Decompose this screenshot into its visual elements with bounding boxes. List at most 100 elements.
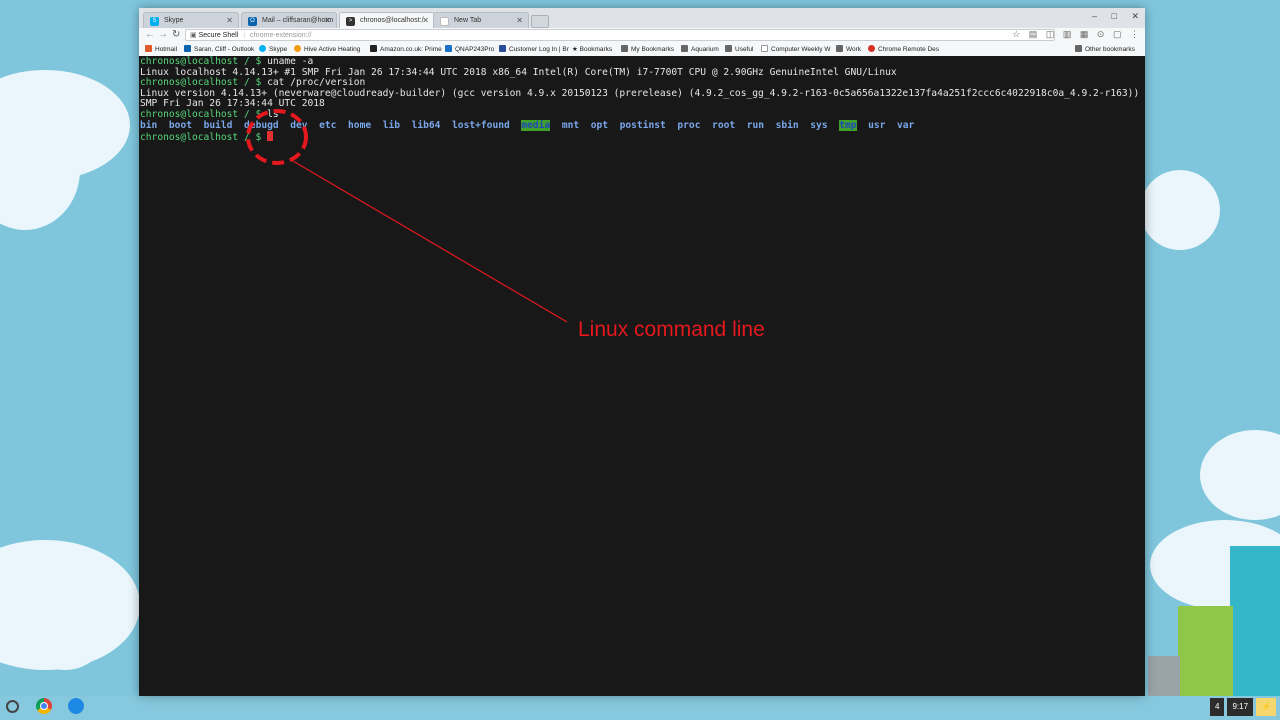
back-icon[interactable]: ← — [145, 29, 155, 40]
ls-output: bin boot build debugd dev etc home lib l… — [140, 119, 1144, 132]
bookmark-label: Aquarium — [691, 46, 719, 53]
maximize-icon[interactable]: □ — [1112, 11, 1117, 21]
bookmark-aquarium[interactable]: Aquarium — [681, 45, 719, 53]
files-icon[interactable] — [68, 698, 84, 714]
directory-entry: debugd — [244, 119, 279, 131]
prompt: chronos@localhost / $ — [140, 108, 262, 120]
new-tab-button[interactable] — [531, 15, 549, 28]
extension-icon[interactable]: ⊙ — [1097, 29, 1105, 39]
bookmark-label: Saran, Cliff - Outlook — [194, 46, 255, 53]
directory-entry: usr — [868, 119, 886, 131]
directory-entry: run — [746, 119, 765, 131]
bookmark-label: Other bookmarks — [1085, 46, 1135, 53]
directory-entry: lost+found — [452, 119, 510, 131]
close-window-icon[interactable]: ✕ — [1131, 11, 1139, 21]
directory-entry: bin — [140, 119, 158, 131]
command: uname -a — [261, 56, 314, 67]
bookmark-label: My Bookmarks — [631, 46, 674, 53]
folder-icon — [621, 45, 628, 52]
close-icon[interactable]: ✕ — [324, 16, 331, 25]
bookmark-useful[interactable]: Useful — [725, 45, 753, 53]
bookmark-skype[interactable]: Skype — [259, 45, 287, 53]
extension-icon[interactable]: ▥ — [1063, 29, 1072, 39]
extension-icon[interactable]: ▢ — [1113, 29, 1122, 39]
menu-icon[interactable]: ⋮ — [1130, 29, 1139, 39]
directory-entry: home — [348, 119, 372, 131]
bookmark-computer-weekly[interactable]: Computer Weekly W — [761, 45, 830, 53]
terminal-icon: > — [346, 17, 355, 26]
site-icon — [499, 45, 506, 52]
annotation-label: Linux command line — [578, 318, 765, 341]
extension-icon[interactable]: ◫ — [1046, 29, 1055, 39]
bookmark-amazon[interactable]: Amazon.co.uk: Prime — [370, 45, 442, 53]
directory-entry: media — [521, 119, 551, 131]
tab-mail[interactable]: O Mail – cliffsaran@hotm ✕ — [241, 12, 337, 28]
clock[interactable]: 9:17 — [1227, 698, 1254, 716]
amazon-icon — [370, 45, 377, 52]
forward-icon[interactable]: → — [158, 29, 168, 40]
directory-entry: dev — [290, 119, 308, 131]
bookmark-customer-login[interactable]: Customer Log In | Br — [499, 45, 569, 53]
bookmark-chrome-remote[interactable]: Chrome Remote Des — [868, 45, 939, 53]
address-url: chrome-extension:// — [250, 32, 312, 39]
extension-icon[interactable]: ▤ — [1029, 29, 1038, 39]
bookmark-work[interactable]: Work — [836, 45, 861, 53]
bookmark-label: Work — [846, 46, 862, 53]
directory-entry: etc — [319, 119, 337, 131]
tab-new-tab[interactable]: New Tab ✕ — [433, 12, 529, 28]
close-icon[interactable]: ✕ — [516, 16, 523, 25]
directory-entry: lib64 — [411, 119, 441, 131]
terminal[interactable]: chronos@localhost / $ uname -a Linux loc… — [139, 56, 1145, 696]
status-area[interactable]: 4 9:17 ⚡ — [1210, 698, 1276, 716]
folder-icon — [1075, 45, 1082, 52]
bookmark-hotmail[interactable]: Hotmail — [145, 45, 177, 53]
bookmark-outlook[interactable]: Saran, Cliff - Outlook — [184, 45, 254, 53]
notification-count[interactable]: 4 — [1210, 698, 1225, 716]
launcher-icon[interactable] — [6, 700, 19, 713]
browser-toolbar: ← → ↻ ▣ Secure Shell | chrome-extension:… — [139, 28, 1145, 43]
prompt: chronos@localhost / $ — [140, 132, 262, 144]
bookmark-qnap[interactable]: QNAP243Pro — [445, 45, 494, 53]
tab-label: Skype — [164, 17, 184, 24]
city-building — [1230, 546, 1280, 696]
cloud — [1200, 430, 1280, 520]
reload-icon[interactable]: ↻ — [172, 29, 180, 40]
power-icon[interactable]: ⚡ — [1256, 698, 1276, 716]
chrome-icon[interactable] — [36, 698, 52, 714]
bookmark-hive[interactable]: Hive Active Heating — [294, 45, 360, 53]
bookmark-label: Amazon.co.uk: Prime — [380, 46, 442, 53]
tab-label: New Tab — [454, 17, 482, 24]
apps-icon — [145, 45, 152, 52]
city-building — [1178, 606, 1233, 696]
directory-entry: build — [203, 119, 233, 131]
other-bookmarks[interactable]: Other bookmarks — [1075, 45, 1135, 53]
command: cat /proc/version — [261, 77, 366, 89]
skype-icon: S — [150, 17, 159, 26]
directory-entry: root — [712, 119, 736, 131]
page-icon — [761, 45, 768, 52]
star-icon: ★ — [572, 46, 580, 53]
bookmarks-bar: Hotmail Saran, Cliff - Outlook Skype Hiv… — [139, 43, 1145, 57]
bookmark-label: Hive Active Heating — [304, 46, 361, 53]
address-origin: Secure Shell — [198, 32, 239, 39]
bookmark-label: Computer Weekly W — [771, 46, 831, 53]
folder-icon — [681, 45, 688, 52]
tab-strip: S Skype ✕ O Mail – cliffsaran@hotm ✕ > c… — [139, 8, 1145, 28]
folder-icon — [836, 45, 843, 52]
terminal-line: chronos@localhost / $ — [140, 131, 1144, 144]
chrome-icon-center — [40, 702, 48, 710]
address-bar[interactable]: ▣ Secure Shell | chrome-extension:// — [185, 29, 1055, 41]
extension-icon[interactable]: ▦ — [1080, 29, 1089, 39]
address-separator: | — [243, 32, 246, 39]
bookmark-bookmarks[interactable]: ★ Bookmarks — [572, 45, 612, 53]
tab-skype[interactable]: S Skype ✕ — [143, 12, 239, 28]
close-icon[interactable]: ✕ — [422, 16, 429, 25]
bookmark-my-bookmarks[interactable]: My Bookmarks — [621, 45, 674, 53]
minimize-icon[interactable]: – — [1092, 11, 1097, 21]
star-icon[interactable]: ☆ — [1012, 29, 1020, 39]
tab-terminal[interactable]: > chronos@localhost:/ ✕ — [339, 12, 435, 28]
close-icon[interactable]: ✕ — [226, 16, 233, 25]
cloud — [1140, 170, 1220, 250]
prompt: chronos@localhost / $ — [140, 56, 262, 67]
skype-icon — [259, 45, 266, 52]
